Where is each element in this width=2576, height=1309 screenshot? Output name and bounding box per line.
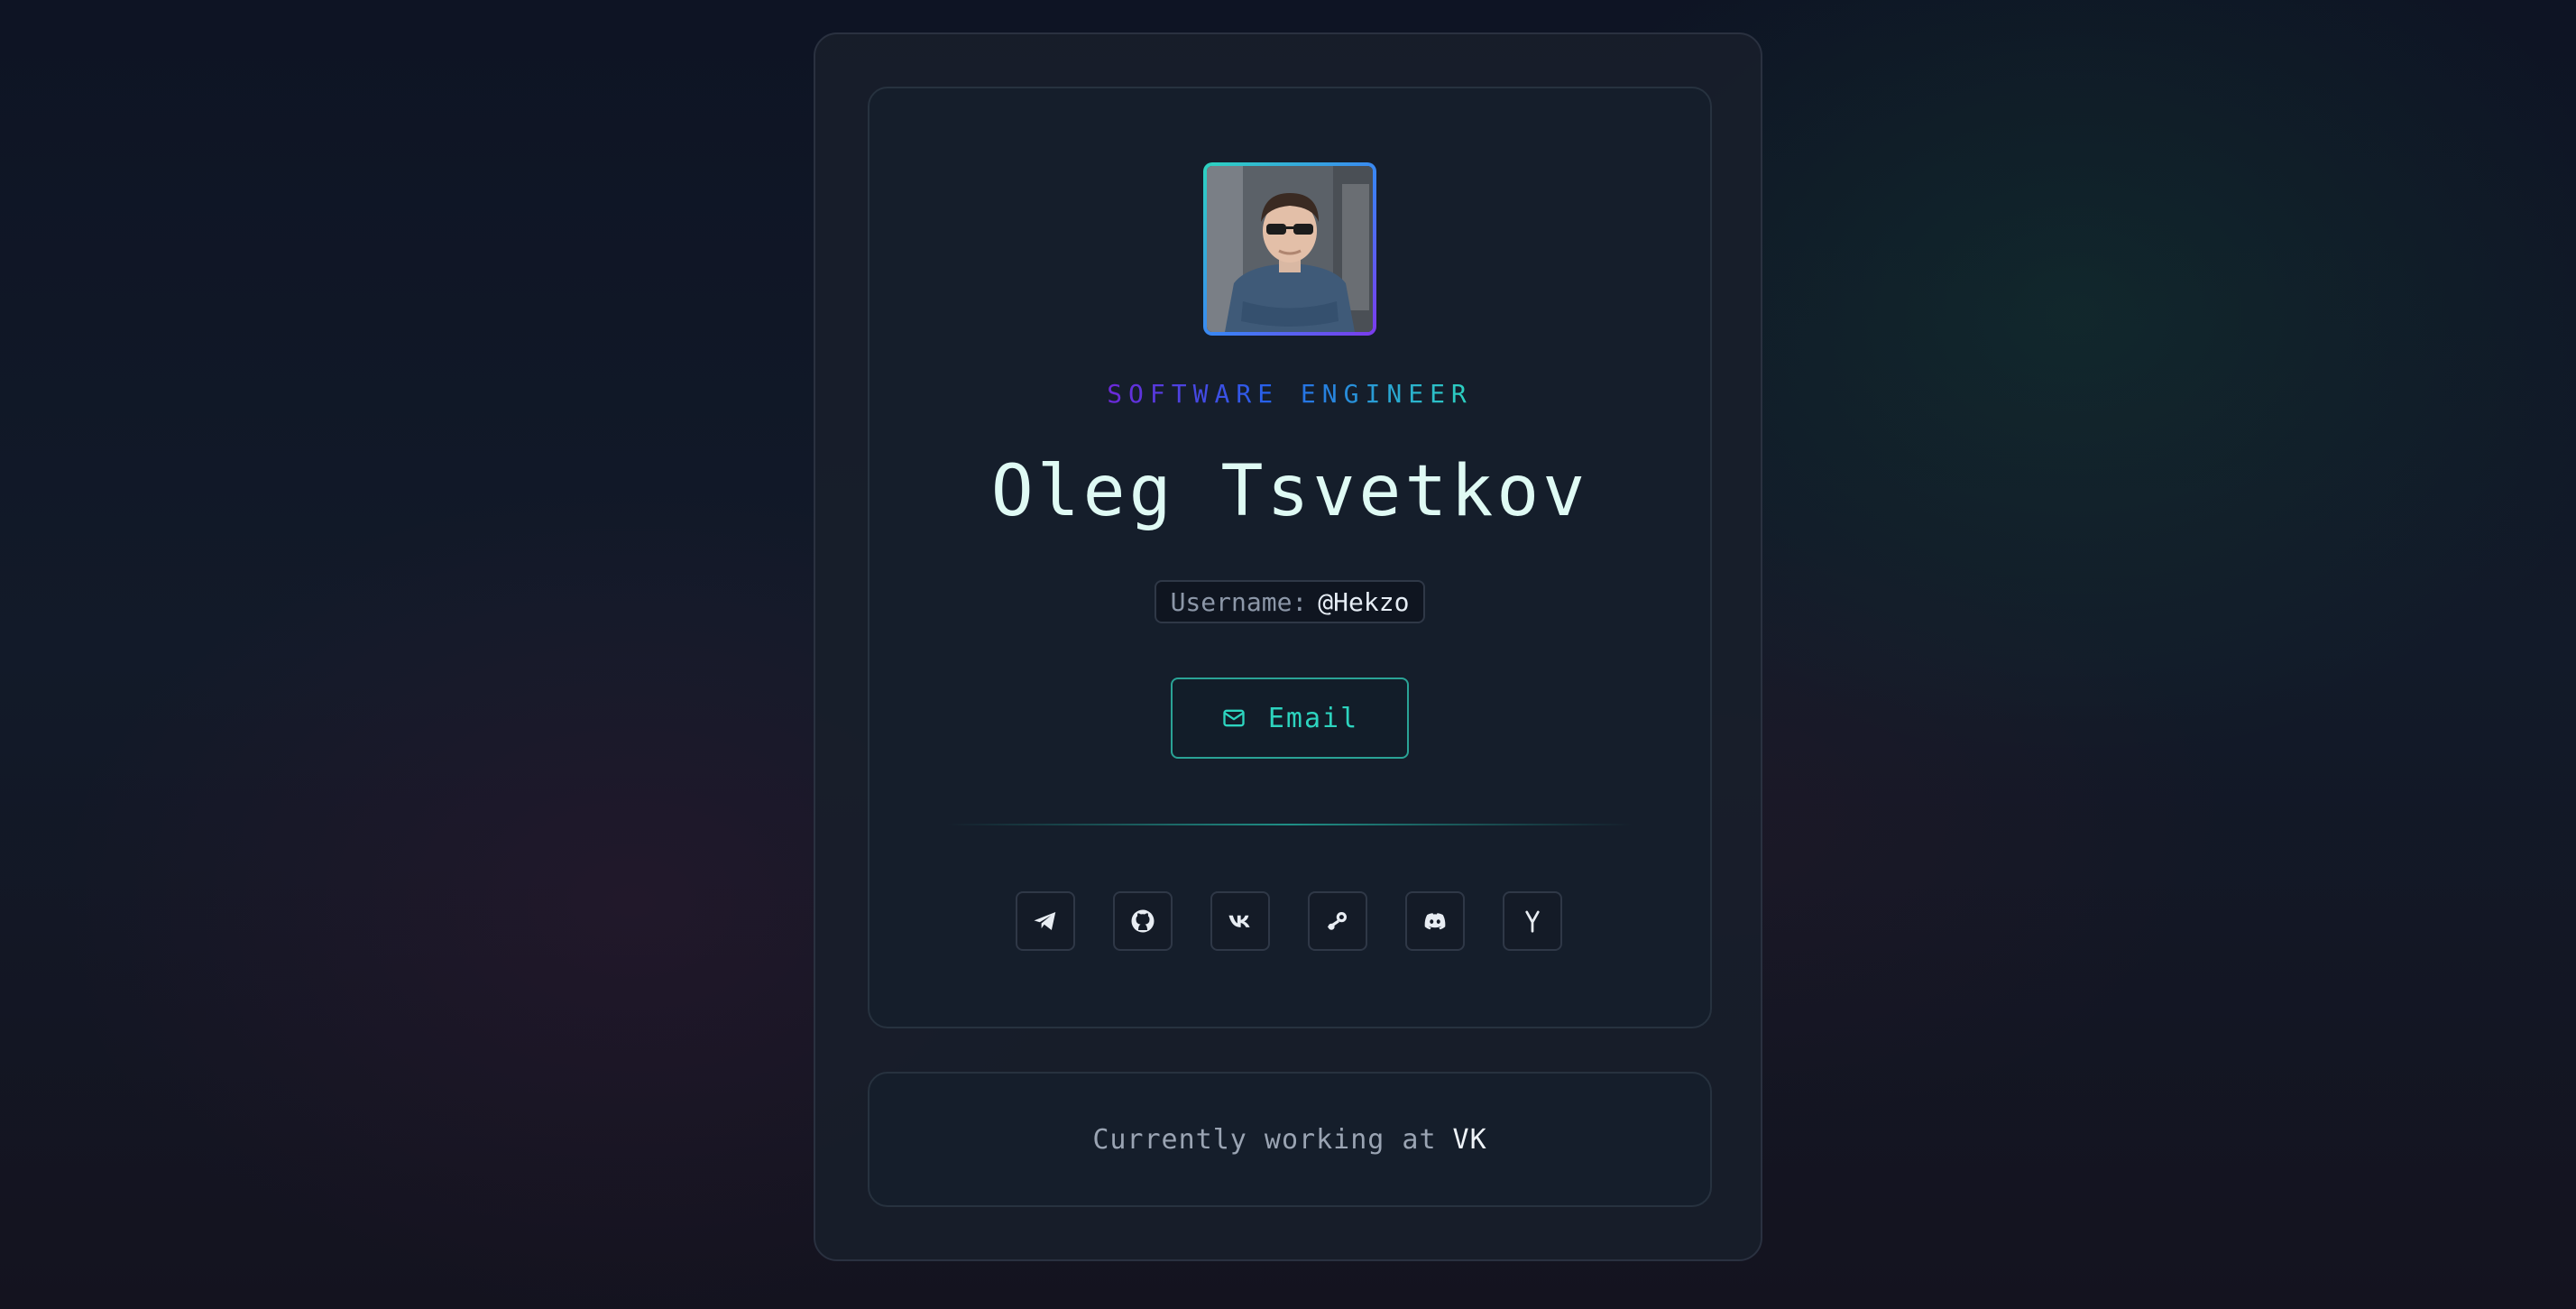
username-label: Username: xyxy=(1170,586,1308,617)
vk-link[interactable] xyxy=(1210,891,1270,951)
discord-icon xyxy=(1424,913,1446,930)
steam-link[interactable] xyxy=(1308,891,1367,951)
telegram-link[interactable] xyxy=(1016,891,1075,951)
divider xyxy=(947,824,1633,825)
y-link[interactable] xyxy=(1503,891,1562,951)
discord-link[interactable] xyxy=(1405,891,1465,951)
role-title: SOFTWARE ENGINEER xyxy=(902,379,1678,409)
steam-icon xyxy=(1327,912,1347,930)
mail-icon xyxy=(1221,705,1247,731)
y-icon xyxy=(1525,910,1540,933)
vk-icon xyxy=(1228,915,1250,927)
email-button-label: Email xyxy=(1267,702,1359,734)
github-icon xyxy=(1131,909,1155,933)
username-badge: Username: @Hekzo xyxy=(1155,580,1425,623)
profile-name: Oleg Tsvetkov xyxy=(990,451,1589,532)
email-button[interactable]: Email xyxy=(1171,678,1409,759)
avatar xyxy=(1203,162,1376,336)
telegram-icon xyxy=(1034,912,1056,930)
social-links xyxy=(1016,891,1562,951)
status-text: Currently working at xyxy=(1092,1123,1437,1156)
github-link[interactable] xyxy=(1113,891,1173,951)
status-company: VK xyxy=(1452,1123,1487,1156)
role-text: SOFTWARE ENGINEER xyxy=(1107,379,1473,409)
status-card: Currently working at VK xyxy=(868,1072,1712,1207)
avatar-photo xyxy=(1207,166,1373,332)
username-value: @Hekzo xyxy=(1318,586,1410,617)
